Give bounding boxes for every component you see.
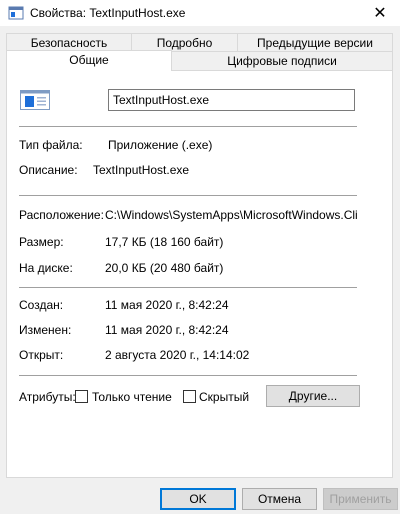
size-label: Размер: <box>19 235 64 249</box>
separator <box>19 375 357 376</box>
description-label: Описание: <box>19 163 78 177</box>
tab-general[interactable]: Общие <box>6 50 172 71</box>
modified-label: Изменен: <box>19 323 72 337</box>
tab-previous-versions[interactable]: Предыдущие версии <box>237 33 393 52</box>
application-icon <box>8 6 24 20</box>
size-on-disk-label: На диске: <box>19 261 73 275</box>
hidden-checkbox[interactable] <box>183 390 196 403</box>
separator <box>19 287 357 288</box>
ok-button[interactable]: OK <box>160 488 236 510</box>
hidden-checkbox-label[interactable]: Скрытый <box>199 390 249 404</box>
title-bar: Свойства: TextInputHost.exe ✕ <box>0 0 400 26</box>
tab-digital-signatures[interactable]: Цифровые подписи <box>171 51 393 70</box>
readonly-checkbox-label[interactable]: Только чтение <box>92 390 172 404</box>
attributes-label: Атрибуты: <box>19 390 76 404</box>
created-label: Создан: <box>19 298 64 312</box>
window-title: Свойства: TextInputHost.exe <box>30 6 186 20</box>
close-button[interactable]: ✕ <box>360 0 400 26</box>
file-type-label: Тип файла: <box>19 138 83 152</box>
location-value: C:\Windows\SystemApps\MicrosoftWindows.C… <box>105 208 358 222</box>
size-on-disk-value: 20,0 КБ (20 480 байт) <box>105 261 224 275</box>
location-label: Расположение: <box>19 208 104 222</box>
separator <box>19 195 357 196</box>
readonly-checkbox[interactable] <box>75 390 88 403</box>
cancel-button[interactable]: Отмена <box>242 488 317 510</box>
modified-value: 11 мая 2020 г., 8:42:24 <box>105 323 229 337</box>
apply-button[interactable]: Применить <box>323 488 398 510</box>
close-icon: ✕ <box>373 5 387 22</box>
opened-label: Открыт: <box>19 348 64 362</box>
size-value: 17,7 КБ (18 160 байт) <box>105 235 224 249</box>
executable-file-icon <box>20 90 50 110</box>
opened-value: 2 августа 2020 г., 14:14:02 <box>105 348 250 362</box>
description-value: TextInputHost.exe <box>93 163 190 177</box>
file-type-value: Приложение (.exe) <box>108 138 213 152</box>
separator <box>19 126 357 127</box>
advanced-attributes-button[interactable]: Другие... <box>266 385 360 407</box>
created-value: 11 мая 2020 г., 8:42:24 <box>105 298 229 312</box>
file-name-input[interactable] <box>108 89 355 111</box>
